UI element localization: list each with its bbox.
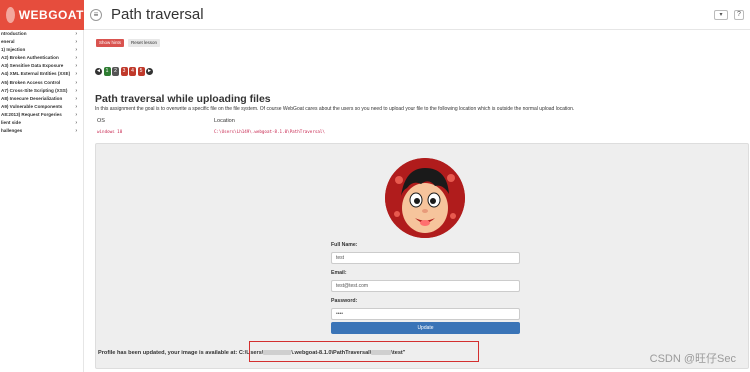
lesson-pager: ◄ 12345 ► xyxy=(95,67,153,76)
sidebar-item[interactable]: A8) Insecure Deserialization › xyxy=(0,95,83,103)
status-prefix: Profile has been updated, your image is … xyxy=(98,350,264,356)
sidebar-item[interactable]: hallenges › xyxy=(0,127,83,135)
goat-icon xyxy=(6,7,15,23)
assignment-title: Path traversal while uploading files xyxy=(95,93,271,105)
page-link[interactable]: 4 xyxy=(129,67,136,76)
sidebar-item[interactable]: ntroduction › xyxy=(0,30,83,38)
sidebar-item-label: A7) Cross-Site Scripting (XSS) xyxy=(1,87,68,93)
chevron-right-icon: › xyxy=(75,71,77,78)
next-page-icon[interactable]: ► xyxy=(146,68,153,75)
sidebar-item-label: eneral xyxy=(1,39,15,45)
sidebar-item[interactable]: lient side › xyxy=(0,119,83,127)
sidebar-item[interactable]: A3) Sensitive Data Exposure › xyxy=(0,62,83,70)
os-column-header: OS xyxy=(97,118,105,124)
full-name-label: Full Name: xyxy=(331,242,358,248)
sidebar-item-label: 1) Injection xyxy=(1,47,26,53)
password-label: Password: xyxy=(331,298,358,304)
user-icon[interactable]: ▾ xyxy=(714,10,728,20)
logo-text: WEBGOAT xyxy=(18,8,84,22)
page-links: 12345 xyxy=(103,67,145,76)
question-icon[interactable]: ? xyxy=(734,10,744,20)
sidebar-item-label: hallenges xyxy=(1,128,23,134)
sidebar-item-label: A8) Insecure Deserialization xyxy=(1,95,63,101)
chevron-right-icon: › xyxy=(75,87,77,94)
chevron-right-icon: › xyxy=(75,39,77,46)
sidebar-item[interactable]: eneral › xyxy=(0,38,83,46)
sidebar-item[interactable]: A5) Broken Access Control › xyxy=(0,79,83,87)
sidebar-item[interactable]: 1) Injection › xyxy=(0,46,83,54)
page-link[interactable]: 3 xyxy=(120,67,128,76)
highlight-annotation xyxy=(249,341,479,362)
chevron-right-icon: › xyxy=(75,31,77,37)
page-title: Path traversal xyxy=(111,6,204,23)
email-label: Email: xyxy=(331,270,347,276)
full-name-input[interactable] xyxy=(331,252,520,264)
location-column-header: Location xyxy=(214,118,235,124)
csdn-watermark: CSDN @旺仔Sec xyxy=(649,353,736,365)
profile-avatar-image[interactable] xyxy=(385,158,465,238)
chevron-right-icon: › xyxy=(75,55,77,62)
cartoon-face-icon xyxy=(385,158,465,238)
page-link[interactable]: 1 xyxy=(103,67,111,76)
chevron-right-icon: › xyxy=(75,111,77,118)
chevron-right-icon: › xyxy=(75,47,77,54)
chevron-right-icon: › xyxy=(75,120,77,127)
sidebar-item[interactable]: A4) XML External Entities (XXE) › xyxy=(0,70,83,78)
sidebar-item-label: lient side xyxy=(1,120,21,126)
email-input[interactable] xyxy=(331,280,520,292)
show-hints-button[interactable]: Show hints xyxy=(96,39,125,47)
sidebar-item-label: A8:2013) Request Forgeries xyxy=(1,111,62,117)
sidebar-item[interactable]: A9) Vulnerable Components › xyxy=(0,103,83,111)
sidebar-item[interactable]: A8:2013) Request Forgeries › xyxy=(0,111,83,119)
password-input[interactable] xyxy=(331,308,520,320)
page-link[interactable]: 5 xyxy=(137,67,145,76)
sidebar-item[interactable]: A7) Cross-Site Scripting (XSS) › xyxy=(0,87,83,95)
chevron-right-icon: › xyxy=(75,103,77,110)
sidebar-item-label: A4) XML External Entities (XXE) xyxy=(1,71,71,77)
lesson-menu: ntroduction › eneral › 1) Injection › A2) Brok… xyxy=(0,30,84,372)
hamburger-icon[interactable]: ≡ xyxy=(90,9,102,21)
sidebar-item-label: A9) Vulnerable Components xyxy=(1,103,63,109)
os-value: windows 10 xyxy=(97,129,123,134)
sidebar-item-label: ntroduction xyxy=(1,31,27,36)
top-header: ≡ Path traversal ▾ ? xyxy=(84,0,750,30)
chevron-right-icon: › xyxy=(75,79,77,86)
reset-lesson-button[interactable]: Reset lesson xyxy=(128,39,161,47)
sidebar-item-label: A5) Broken Access Control xyxy=(1,79,61,85)
sidebar-item-label: A2) Broken Authentication xyxy=(1,55,59,61)
chevron-right-icon: › xyxy=(75,95,77,102)
prev-page-icon[interactable]: ◄ xyxy=(95,68,102,75)
webgoat-logo[interactable]: WEBGOAT xyxy=(0,0,84,30)
chevron-right-icon: › xyxy=(75,128,77,135)
chevron-right-icon: › xyxy=(75,63,77,70)
location-value: C:\Users\Lh149\.webgoat-8.1.0\PathTraver… xyxy=(214,129,325,134)
sidebar-item[interactable]: A2) Broken Authentication › xyxy=(0,54,83,62)
assignment-description: In this assignment the goal is to overwr… xyxy=(95,106,575,112)
update-button[interactable]: Update xyxy=(331,322,520,334)
sidebar-item-label: A3) Sensitive Data Exposure xyxy=(1,63,64,69)
upload-panel: Full Name: Email: Password: Update Profi… xyxy=(95,143,749,369)
page-link[interactable]: 2 xyxy=(112,67,119,76)
